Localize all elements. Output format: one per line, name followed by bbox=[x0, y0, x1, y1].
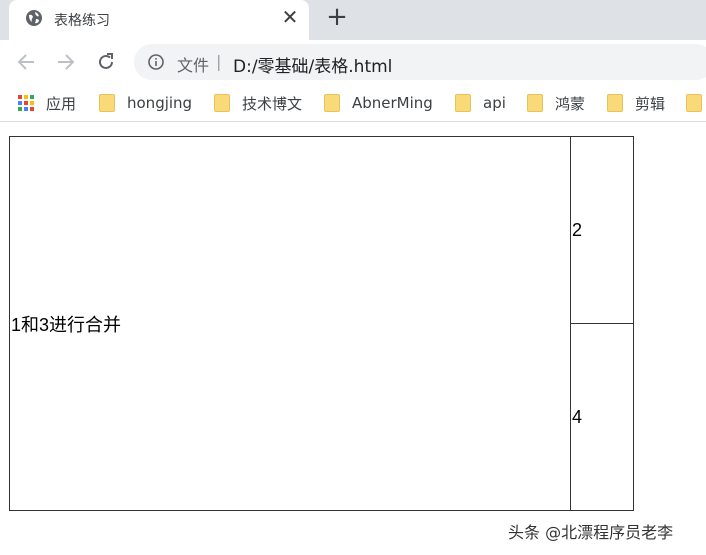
folder-icon bbox=[527, 94, 543, 112]
bookmark-label: AbnerMing bbox=[352, 94, 433, 112]
folder-icon bbox=[455, 94, 471, 112]
bookmark-api[interactable]: api bbox=[455, 92, 506, 114]
tab-close-icon[interactable]: ✕ bbox=[279, 6, 301, 28]
new-tab-button[interactable]: + bbox=[324, 4, 350, 30]
active-tab[interactable]: 表格练习 ✕ bbox=[9, 0, 309, 40]
forward-arrow-icon[interactable] bbox=[54, 50, 78, 74]
scheme-label: 文件 bbox=[177, 56, 210, 75]
url-text[interactable]: D:/零基础/表格.html bbox=[233, 52, 392, 77]
bookmark-harmony[interactable]: 鸿蒙 bbox=[527, 92, 585, 114]
folder-icon bbox=[214, 94, 230, 112]
globe-icon bbox=[26, 10, 42, 26]
bookmark-apps[interactable]: 应用 bbox=[18, 92, 76, 114]
omnibox-divider: | bbox=[216, 52, 222, 71]
table-cell-merged: 1和3进行合并 bbox=[9, 136, 571, 511]
page-content: 1和3进行合并 2 4 bbox=[0, 123, 706, 555]
table-cell-4: 4 bbox=[570, 323, 634, 511]
bookmark-editing[interactable]: 剪辑 bbox=[607, 92, 665, 114]
bookmark-label: 技术博文 bbox=[242, 94, 303, 113]
bookmark-hongjing[interactable]: hongjing bbox=[99, 92, 192, 114]
browser-toolbar: 文件 | D:/零基础/表格.html bbox=[0, 40, 706, 84]
tab-title: 表格练习 bbox=[54, 13, 110, 29]
bookmark-label: hongjing bbox=[127, 94, 193, 112]
table-row: 1和3进行合并 2 bbox=[9, 136, 634, 511]
bookmark-label: 剪辑 bbox=[635, 94, 666, 113]
bookmark-label: 应用 bbox=[46, 94, 77, 113]
info-icon[interactable] bbox=[148, 54, 164, 70]
table-cell-2: 2 bbox=[570, 136, 634, 324]
folder-icon bbox=[99, 94, 115, 112]
bookmark-label: api bbox=[483, 94, 506, 112]
bookmark-label: 鸿蒙 bbox=[555, 94, 586, 113]
merged-table: 1和3进行合并 2 4 bbox=[9, 136, 634, 511]
address-bar[interactable]: 文件 | D:/零基础/表格.html bbox=[134, 44, 706, 80]
bookmark-overflow[interactable] bbox=[686, 92, 706, 114]
reload-icon[interactable] bbox=[94, 50, 118, 74]
apps-grid-icon bbox=[18, 95, 34, 111]
tab-strip: 表格练习 ✕ + bbox=[0, 0, 706, 40]
folder-icon bbox=[607, 94, 623, 112]
bookmark-tech-blog[interactable]: 技术博文 bbox=[214, 92, 302, 114]
watermark: 头条 @北漂程序员老李 bbox=[508, 523, 674, 542]
back-arrow-icon[interactable] bbox=[14, 50, 38, 74]
folder-icon bbox=[324, 94, 340, 112]
bookmark-abnerming[interactable]: AbnerMing bbox=[324, 92, 433, 114]
folder-icon bbox=[686, 94, 702, 112]
bookmarks-bar: 应用 hongjing 技术博文 AbnerMing api 鸿蒙 剪辑 bbox=[0, 84, 706, 122]
